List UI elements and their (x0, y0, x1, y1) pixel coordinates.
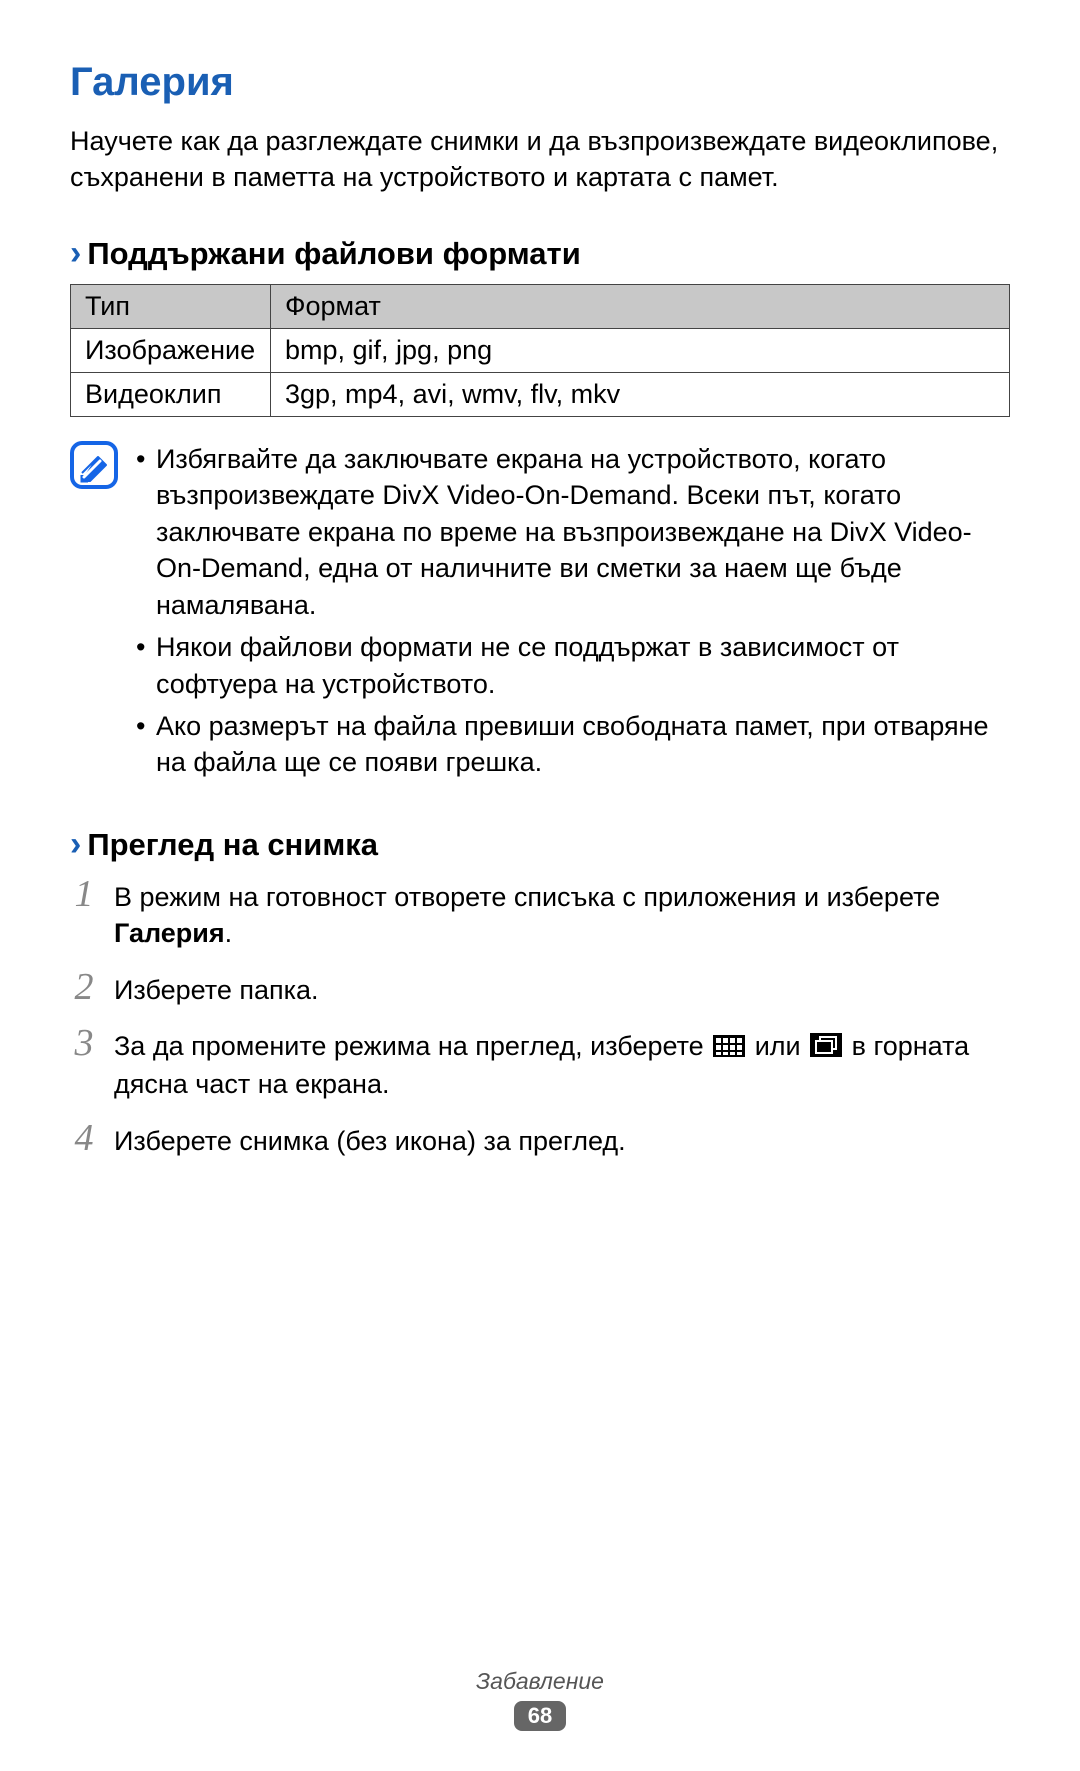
steps-list: 1 В режим на готовност отворете списъка … (70, 875, 1010, 1159)
subsection-view-photo: › Преглед на снимка 1 В режим на готовно… (70, 827, 1010, 1159)
subsection-heading-view: › Преглед на снимка (70, 827, 1010, 863)
stack-view-icon (810, 1030, 842, 1066)
formats-table: Тип Формат Изображение bmp, gif, jpg, pn… (70, 284, 1010, 417)
step-number: 1 (70, 875, 98, 913)
step-text: Изберете снимка (без икона) за преглед. (114, 1119, 626, 1159)
step-number: 3 (70, 1024, 98, 1062)
step-item: 2 Изберете папка. (70, 968, 1010, 1008)
subsection-supported-formats: › Поддържани файлови формати Тип Формат … (70, 236, 1010, 787)
table-header-type: Тип (71, 284, 271, 328)
subsection-heading-formats: › Поддържани файлови формати (70, 236, 1010, 272)
note-block: Избягвайте да заключвате екрана на устро… (70, 441, 1010, 787)
subsection-heading-text: Поддържани файлови формати (87, 236, 580, 272)
table-header-format: Формат (271, 284, 1010, 328)
grid-view-icon (713, 1030, 745, 1066)
table-row: Изображение bmp, gif, jpg, png (71, 328, 1010, 372)
step-number: 2 (70, 968, 98, 1006)
cell-format: 3gp, mp4, avi, wmv, flv, mkv (271, 372, 1010, 416)
page-title: Галерия (70, 60, 1010, 105)
intro-text: Научете как да разглеждате снимки и да в… (70, 123, 1010, 196)
step-text: В режим на готовност отворете списъка с … (114, 875, 1010, 952)
note-list: Избягвайте да заключвате екрана на устро… (132, 441, 1010, 787)
chevron-icon: › (70, 236, 81, 270)
step-number: 4 (70, 1119, 98, 1157)
cell-format: bmp, gif, jpg, png (271, 328, 1010, 372)
step-item: 1 В режим на готовност отворете списъка … (70, 875, 1010, 952)
step-item: 4 Изберете снимка (без икона) за преглед… (70, 1119, 1010, 1159)
table-row: Видеоклип 3gp, mp4, avi, wmv, flv, mkv (71, 372, 1010, 416)
page-footer: Забавление 68 (0, 1668, 1080, 1731)
note-icon (70, 441, 118, 489)
note-item: Избягвайте да заключвате екрана на устро… (132, 441, 1010, 623)
footer-section-label: Забавление (0, 1668, 1080, 1695)
chevron-icon: › (70, 827, 81, 861)
subsection-heading-text: Преглед на снимка (87, 827, 378, 863)
step-text: Изберете папка. (114, 968, 319, 1008)
step-item: 3 За да промените режима на преглед, изб… (70, 1024, 1010, 1103)
note-item: Някои файлови формати не се поддържат в … (132, 629, 1010, 702)
step-text: За да промените режима на преглед, избер… (114, 1024, 1010, 1103)
cell-type: Видеоклип (71, 372, 271, 416)
cell-type: Изображение (71, 328, 271, 372)
note-item: Ако размерът на файла превиши свободната… (132, 708, 1010, 781)
footer-page-number: 68 (514, 1701, 566, 1731)
